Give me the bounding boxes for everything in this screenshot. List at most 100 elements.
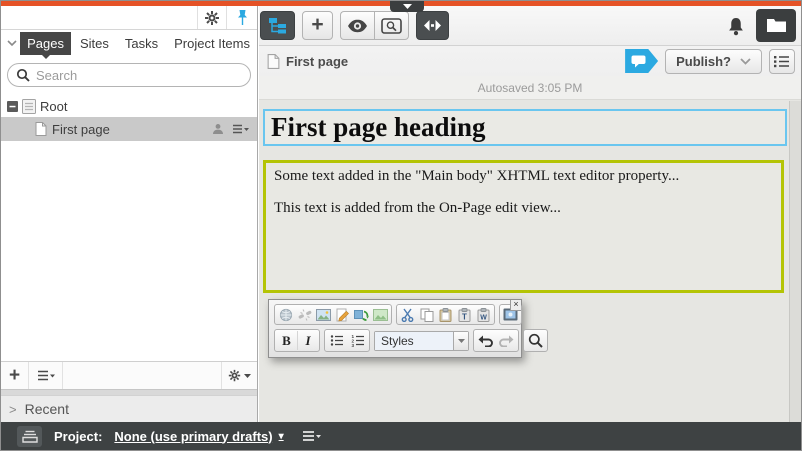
tree-row-icons — [212, 123, 257, 135]
editable-main-body-property[interactable]: Some text added in the "Main body" XHTML… — [263, 160, 784, 293]
svg-text:T: T — [462, 312, 467, 321]
notifications-button[interactable] — [727, 15, 745, 36]
chevron-down-icon — [7, 40, 17, 47]
pane-footer-toolbar: + — [1, 361, 257, 389]
project-selector[interactable]: None (use primary drafts) ▾ — [114, 429, 283, 444]
paste-from-word-button[interactable]: W — [474, 306, 493, 323]
italic-button[interactable]: I — [297, 331, 318, 350]
caret-down-icon — [458, 339, 465, 343]
redo-button[interactable] — [496, 331, 517, 350]
media-refresh-icon — [354, 308, 369, 321]
insert-media-button[interactable] — [352, 306, 371, 323]
tab-tasks[interactable]: Tasks — [118, 32, 165, 55]
page-tree: Root First page — [1, 95, 257, 141]
pane-header — [1, 6, 257, 30]
edit-toolbar: + — [259, 6, 801, 46]
pin-icon — [236, 9, 249, 26]
search-input[interactable] — [36, 68, 236, 83]
assigned-user-icon — [212, 123, 224, 135]
add-content-button[interactable]: + — [302, 11, 333, 40]
speech-bubble-icon — [631, 55, 646, 68]
gear-icon — [204, 10, 220, 26]
tab-project-items[interactable]: Project Items — [167, 32, 257, 55]
cut-button[interactable] — [398, 306, 417, 323]
paste-as-text-button[interactable]: T — [455, 306, 474, 323]
caret-down-icon — [244, 374, 251, 378]
styles-dropdown[interactable]: Styles — [374, 331, 469, 351]
recent-section-header[interactable]: > Recent — [1, 395, 257, 422]
tree-options-button[interactable] — [29, 362, 63, 389]
project-options-button[interactable] — [302, 430, 321, 442]
bold-button[interactable]: B — [276, 331, 297, 350]
paste-button[interactable] — [436, 306, 455, 323]
page-title: First page — [286, 54, 348, 69]
view-button-group — [340, 11, 409, 40]
insert-image-button[interactable] — [314, 306, 333, 323]
image-green-icon — [373, 309, 388, 321]
pane-footer-settings-button[interactable] — [221, 362, 257, 389]
editable-heading-property[interactable]: First page heading — [263, 109, 787, 146]
tab-pages[interactable]: Pages — [20, 32, 71, 55]
content-area: + First p — [259, 6, 801, 422]
project-bar: Project: None (use primary drafts) ▾ — [1, 422, 801, 450]
navigation-pane: Pages Sites Tasks Project Items Root Fir… — [1, 6, 258, 422]
pane-tabs: Pages Sites Tasks Project Items — [1, 30, 257, 57]
close-icon[interactable]: × — [510, 300, 521, 311]
find-button[interactable] — [525, 331, 546, 350]
hamburger-caret-icon — [37, 370, 55, 381]
pane-settings-button[interactable] — [197, 6, 227, 29]
scrollbar-track[interactable] — [789, 101, 801, 422]
edit-html-button[interactable] — [333, 306, 352, 323]
tree-item-first-page[interactable]: First page — [1, 117, 257, 141]
toggle-navigation-button[interactable] — [260, 11, 295, 40]
undo-button[interactable] — [475, 331, 496, 350]
compare-versions-button[interactable] — [416, 11, 449, 40]
pin-pane-button[interactable] — [229, 6, 255, 29]
body-paragraph: This text is added from the On-Page edit… — [274, 200, 773, 217]
image-placeholder-button[interactable] — [371, 306, 390, 323]
folder-icon — [766, 18, 787, 33]
toggle-assets-pane-button[interactable] — [756, 9, 796, 42]
list-button-group: 123 — [324, 329, 370, 352]
redo-icon — [499, 335, 514, 347]
svg-text:W: W — [480, 314, 487, 321]
tab-label: Project Items — [174, 36, 250, 51]
tree-item-root[interactable]: Root — [1, 95, 257, 117]
insert-link-button[interactable] — [276, 306, 295, 323]
collapse-pane-button[interactable] — [5, 40, 18, 47]
copy-pages-icon — [420, 308, 434, 322]
publish-button[interactable]: Publish? — [665, 49, 762, 74]
plus-icon: + — [9, 365, 20, 387]
undo-redo-group — [473, 329, 519, 352]
tab-label: Tasks — [125, 36, 158, 51]
numbered-list-icon: 123 — [351, 334, 365, 347]
bullet-list-icon — [330, 334, 344, 347]
image-icon — [316, 309, 331, 321]
scissors-icon — [401, 308, 414, 322]
publish-controls: Publish? — [625, 49, 795, 74]
eye-icon — [347, 19, 368, 33]
collapse-node-icon[interactable] — [7, 101, 18, 112]
autosave-status: Autosaved 3:05 PM — [478, 81, 583, 95]
projects-overview-button[interactable] — [17, 426, 42, 447]
tab-label: Pages — [27, 36, 64, 51]
remove-link-button[interactable] — [295, 306, 314, 323]
bullet-list-button[interactable] — [326, 331, 347, 350]
caret-down-icon — [403, 4, 412, 9]
new-page-button[interactable]: + — [1, 362, 29, 389]
review-comment-badge[interactable] — [625, 49, 658, 73]
global-menu-pull-tab[interactable] — [390, 1, 424, 12]
svg-text:3: 3 — [351, 343, 354, 347]
numbered-list-button[interactable]: 123 — [347, 331, 368, 350]
recent-label: Recent — [25, 401, 69, 417]
context-menu-button[interactable] — [232, 124, 249, 134]
tab-sites[interactable]: Sites — [73, 32, 116, 55]
rich-text-toolbar: × — [268, 299, 522, 358]
tree-structure-icon — [268, 17, 288, 34]
compare-arrows-icon — [424, 20, 441, 31]
view-settings-button[interactable] — [374, 11, 409, 40]
preview-mode-button[interactable] — [340, 11, 374, 40]
publish-options-button[interactable] — [769, 49, 795, 74]
copy-button[interactable] — [417, 306, 436, 323]
undo-icon — [478, 335, 493, 347]
